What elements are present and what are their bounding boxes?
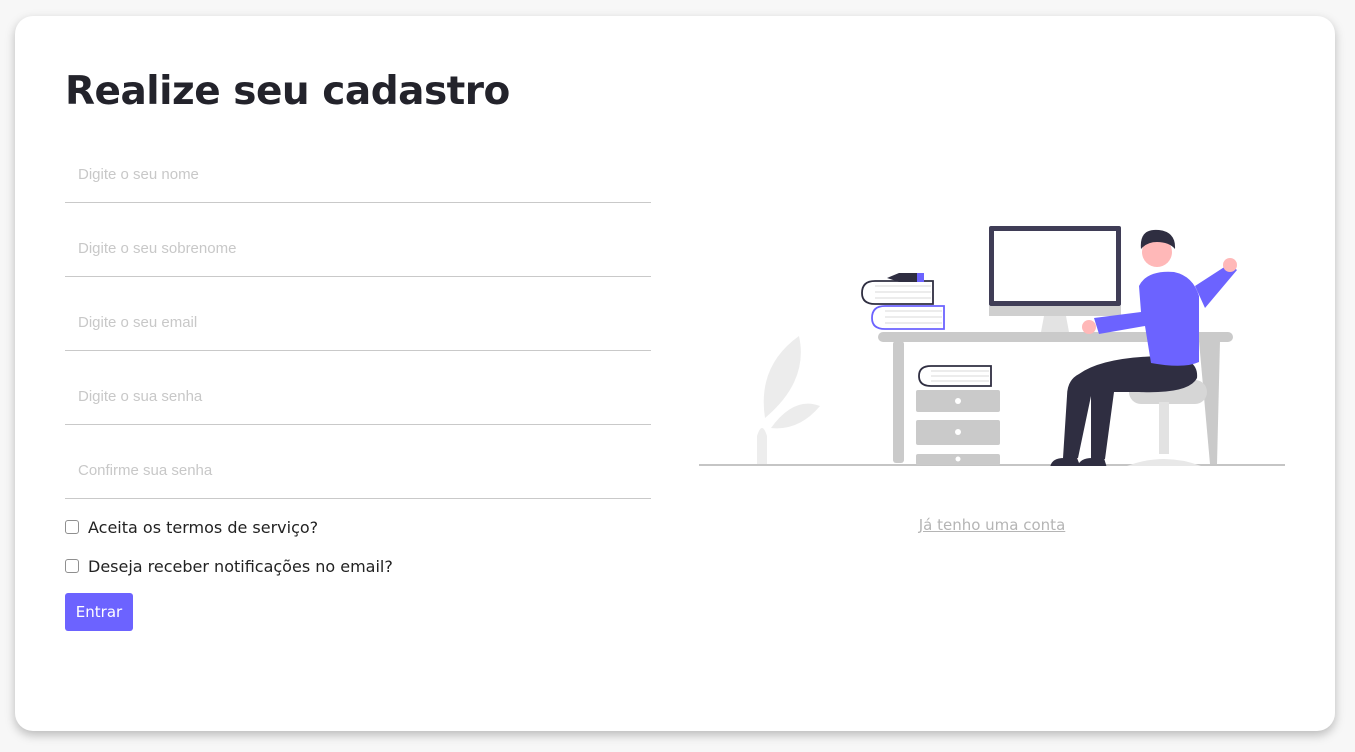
books-stack-large: [861, 273, 945, 330]
email-input[interactable]: [65, 295, 651, 351]
login-link[interactable]: Já tenho uma conta: [699, 516, 1285, 534]
first-name-input[interactable]: [65, 147, 651, 203]
terms-label: Aceita os termos de serviço?: [88, 517, 319, 537]
person-at-desk-illustration: [699, 226, 1285, 466]
terms-checkbox-row[interactable]: Aceita os termos de serviço?: [65, 516, 318, 538]
office-chair: [1127, 380, 1207, 466]
notifications-label: Deseja receber notificações no email?: [88, 556, 393, 576]
last-name-input[interactable]: [65, 221, 651, 277]
monitor: [989, 226, 1121, 332]
plant-decoration: [757, 336, 820, 464]
page-title: Realize seu cadastro: [65, 69, 510, 114]
notifications-checkbox[interactable]: [65, 559, 79, 573]
submit-button[interactable]: Entrar: [65, 593, 133, 631]
terms-checkbox[interactable]: [65, 520, 79, 534]
notifications-checkbox-row[interactable]: Deseja receber notificações no email?: [65, 555, 393, 577]
confirm-password-input[interactable]: [65, 443, 651, 499]
signup-card: Realize seu cadastro Aceita os termos de…: [15, 16, 1335, 731]
books-stack-small: [918, 365, 992, 387]
password-input[interactable]: [65, 369, 651, 425]
